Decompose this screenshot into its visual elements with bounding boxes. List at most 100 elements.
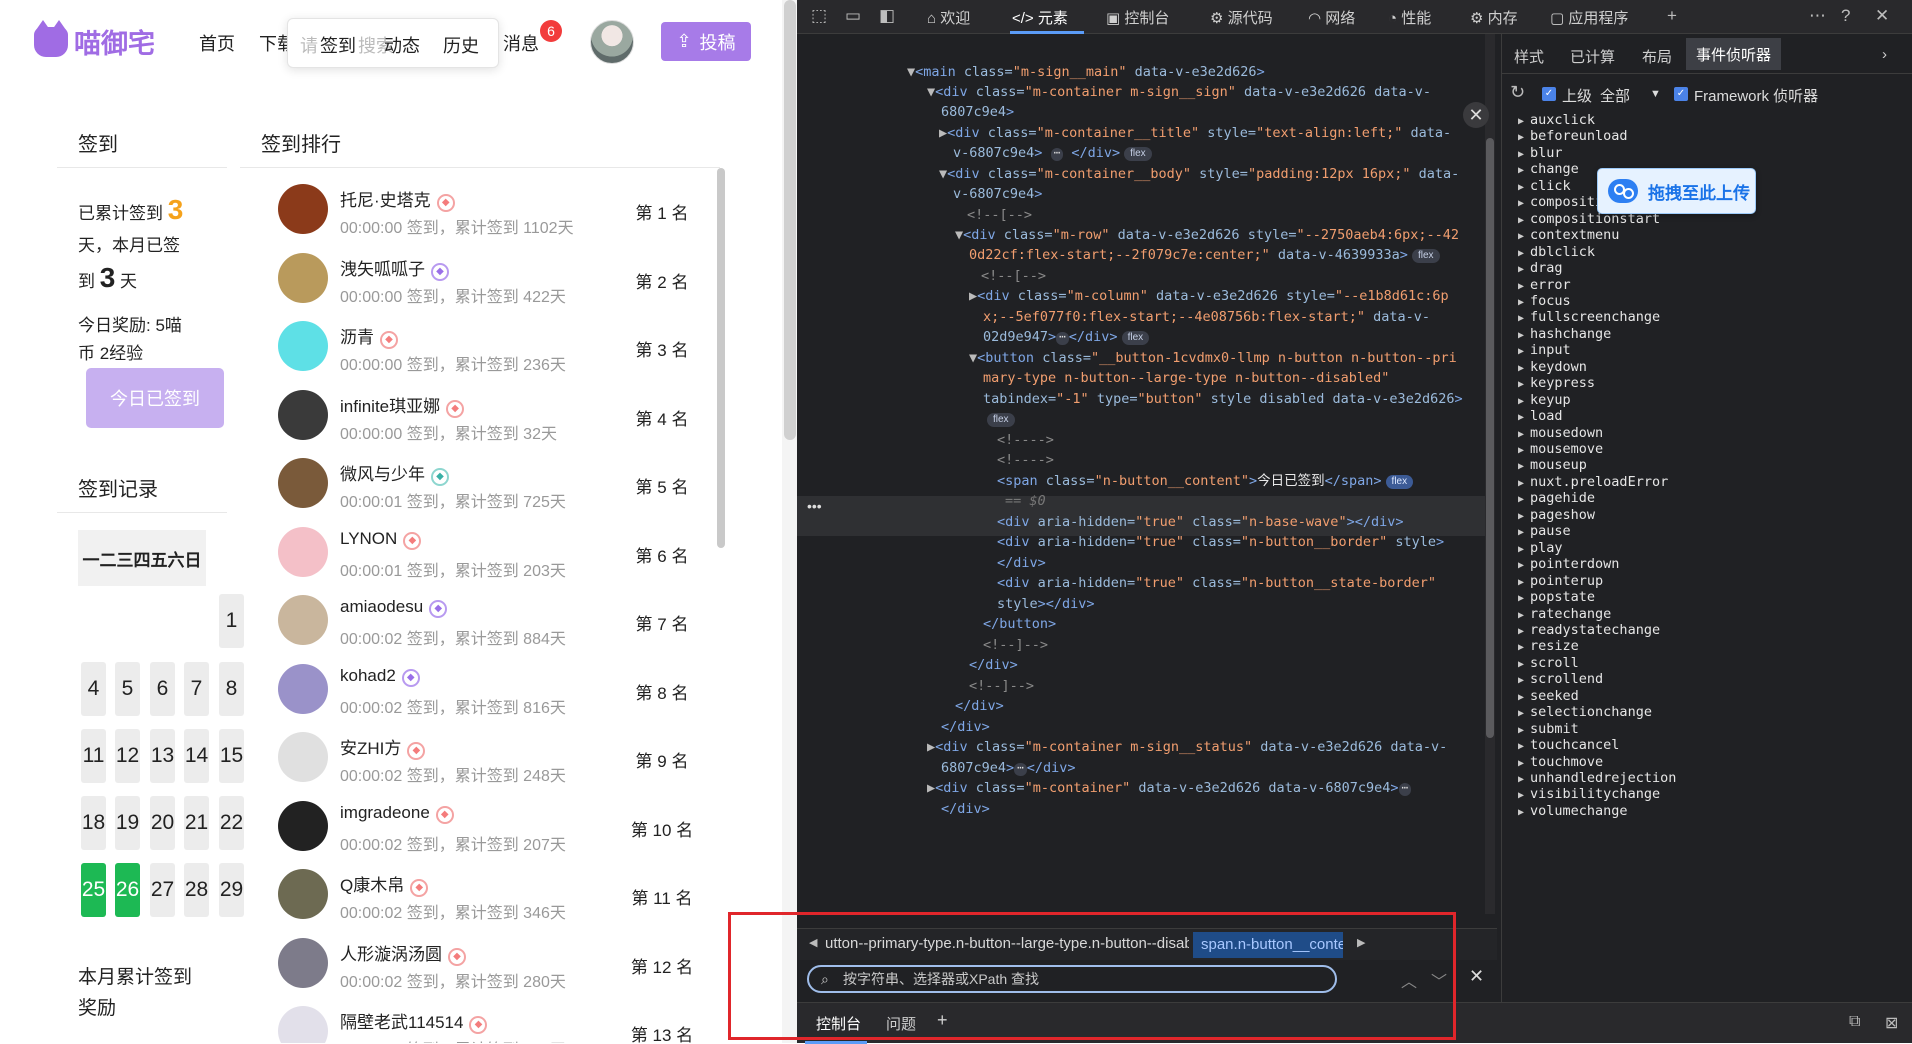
dom-node-line[interactable]: tabindex="-1" type="button" style disabl… <box>983 389 1463 409</box>
dom-node-line[interactable]: <!----> <box>997 430 1054 450</box>
nav-sign[interactable]: 签到 <box>320 32 356 58</box>
breadcrumb-item[interactable]: utton--primary-type.n-button--large-type… <box>825 935 1189 952</box>
dom-node-line[interactable]: ▶<div class="m-container m-sign__status"… <box>927 737 1447 757</box>
dom-node-line[interactable]: <span class="n-button__content">今日已签到</s… <box>997 471 1414 491</box>
ranking-name[interactable]: 微风与少年 ◆ <box>340 460 449 486</box>
ranking-item[interactable]: 隔壁老武114514 ◆ 00:00:02 签到，累计签到 187天 第 13 名 <box>262 990 722 1043</box>
tab-memory[interactable]: ⚙ 内存 <box>1470 7 1518 28</box>
ranking-name[interactable]: Q康木帛 ◆ <box>340 871 429 897</box>
close-devtools-icon[interactable]: ✕ <box>1875 6 1889 26</box>
ranking-avatar[interactable] <box>278 800 328 851</box>
breadcrumb-item-selected[interactable]: span.n-button__content <box>1193 932 1343 958</box>
ranking-item[interactable]: amiaodesu ◆ 00:00:02 签到，累计签到 884天 第 7 名 <box>262 579 722 648</box>
inspect-icon[interactable]: ⬚ <box>811 6 827 26</box>
ranking-avatar[interactable] <box>278 389 328 440</box>
ranking-avatar[interactable] <box>278 663 328 714</box>
tab-event-listeners[interactable]: 事件侦听器 <box>1686 38 1782 70</box>
dom-node-line[interactable]: </div> <box>955 696 1004 716</box>
breadcrumb-right-icon[interactable]: ▶ <box>1357 936 1365 949</box>
ancestors-checkbox[interactable]: ✓ <box>1542 87 1556 101</box>
dom-node-line[interactable]: <div aria-hidden="true" class="n-button_… <box>997 532 1444 552</box>
ranking-avatar[interactable] <box>278 937 328 988</box>
dom-node-line[interactable]: <div aria-hidden="true" class="n-button_… <box>997 573 1436 593</box>
tab-welcome[interactable]: ⌂ 欢迎 <box>927 7 970 28</box>
breadcrumb-left-icon[interactable]: ◀ <box>809 936 817 949</box>
dom-node-line[interactable]: <!----> <box>997 450 1054 470</box>
tab-application[interactable]: ▢ 应用程序 <box>1550 7 1628 28</box>
nav-messages[interactable]: 消息 <box>503 30 539 56</box>
find-next-icon[interactable]: ﹀ <box>1431 968 1447 992</box>
dom-node-line[interactable]: ▼<div class="m-row" data-v-e3e2d626 styl… <box>955 225 1459 245</box>
ranking-item[interactable]: Q康木帛 ◆ 00:00:02 签到，累计签到 346天 第 11 名 <box>262 853 722 922</box>
ranking-avatar[interactable] <box>278 252 328 303</box>
dom-node-line[interactable]: </div> <box>941 799 990 819</box>
ranking-name[interactable]: 托尼·史塔克 ◆ <box>340 186 455 212</box>
tab-computed[interactable]: 已计算 <box>1570 46 1615 67</box>
ranking-item[interactable]: LYNON ◆ 00:00:01 签到，累计签到 203天 第 6 名 <box>262 511 722 580</box>
ranking-item[interactable]: kohad2 ◆ 00:00:02 签到，累计签到 816天 第 8 名 <box>262 648 722 717</box>
ranking-avatar[interactable] <box>278 732 328 782</box>
ranking-name[interactable]: 沥青 ◆ <box>340 323 398 349</box>
ranking-avatar[interactable] <box>278 595 328 645</box>
ranking-item[interactable]: 微风与少年 ◆ 00:00:01 签到，累计签到 725天 第 5 名 <box>262 442 722 511</box>
dom-node-line[interactable]: <!--]--> <box>969 676 1034 696</box>
dom-node-line[interactable]: <!--[--> <box>967 205 1032 225</box>
drawer-tab-issues[interactable]: 问题 <box>886 1013 916 1034</box>
ranking-item[interactable]: infinite琪亚娜 ◆ 00:00:00 签到，累计签到 32天 第 4 名 <box>262 374 722 443</box>
dom-node-line[interactable]: 02d9e947> ⋯ </div> flex <box>983 327 1150 347</box>
upload-post-button[interactable]: ⇪ 投稿 <box>661 22 751 61</box>
dock-icon[interactable]: ◧ <box>879 6 895 26</box>
dom-node-line[interactable]: mary-type n-button--large-type n-button-… <box>983 368 1389 388</box>
ranking-avatar[interactable] <box>278 458 328 508</box>
dom-node-line[interactable]: v-6807c9e4> ⋯ </div> flex <box>953 143 1152 163</box>
tab-performance[interactable]: ◔ 性能 <box>1388 7 1431 28</box>
device-toggle-icon[interactable]: ▭ <box>845 6 861 26</box>
ranking-item[interactable]: 洩矢呱呱子 ◆ 00:00:00 签到，累计签到 422天 第 2 名 <box>262 237 722 306</box>
ranking-name[interactable]: amiaodesu ◆ <box>340 597 448 618</box>
add-drawer-tab-icon[interactable]: + <box>937 1010 948 1031</box>
dom-node-line[interactable]: 0d22cf:flex-start;--2f079c7e:center;" da… <box>969 245 1440 265</box>
ranking-name[interactable]: 人形漩涡汤圆 ◆ <box>340 940 466 966</box>
dock-drawer-icon[interactable]: ⧉ <box>1849 1013 1860 1031</box>
dom-node-line[interactable]: </div> <box>969 655 1018 675</box>
nav-activity[interactable]: 动态 <box>384 32 420 58</box>
event-listener-item[interactable]: ▶ volumechange <box>1518 803 1628 823</box>
ranking-name[interactable]: 安ZHI方 ◆ <box>340 734 426 760</box>
ranking-item[interactable]: 人形漩涡汤圆 ◆ 00:00:02 签到，累计签到 280天 第 12 名 <box>262 922 722 991</box>
refresh-icon[interactable]: ↻ <box>1510 82 1525 103</box>
tab-console[interactable]: ▣ 控制台 <box>1106 7 1169 28</box>
dom-node-line[interactable]: ▶<div class="m-column" data-v-e3e2d626 s… <box>969 286 1449 306</box>
close-overlay-icon[interactable]: ✕ <box>1463 102 1489 128</box>
dom-node-line[interactable]: 6807c9e4> <box>941 102 1014 122</box>
dom-node-line[interactable]: </button> <box>983 614 1056 634</box>
ranking-name[interactable]: imgradeone ◆ <box>340 803 454 824</box>
close-drawer-icon[interactable]: ⊠ <box>1885 1013 1898 1033</box>
ranking-avatar[interactable] <box>278 869 328 919</box>
dom-node-line[interactable]: </div> <box>997 553 1046 573</box>
dom-node-line[interactable]: ▶<div class="m-container" data-v-e3e2d62… <box>927 778 1412 798</box>
node-actions-icon[interactable]: ••• <box>807 498 822 514</box>
tab-network[interactable]: ◠ 网络 <box>1308 7 1355 28</box>
dom-node-line[interactable]: <div aria-hidden="true" class="n-base-wa… <box>997 512 1403 532</box>
dom-node-line[interactable]: </div> <box>941 717 990 737</box>
elements-scrollbar-thumb[interactable] <box>1486 138 1494 738</box>
find-input[interactable] <box>807 965 1337 993</box>
ranking-avatar[interactable] <box>278 526 328 577</box>
page-scrollbar-thumb[interactable] <box>784 0 796 440</box>
ranking-name[interactable]: 洩矢呱呱子 ◆ <box>340 255 449 281</box>
drag-upload-float[interactable]: 拖拽至此上传 <box>1597 168 1756 214</box>
tab-sources[interactable]: ⚙ 源代码 <box>1210 7 1273 28</box>
tab-layout[interactable]: 布局 <box>1642 46 1672 67</box>
tab-styles[interactable]: 样式 <box>1514 46 1544 67</box>
ranking-item[interactable]: imgradeone ◆ 00:00:02 签到，累计签到 207天 第 10 名 <box>262 785 722 854</box>
dom-node-line[interactable]: 6807c9e4> ⋯ </div> <box>941 758 1076 778</box>
more-tabs-icon[interactable]: + <box>1667 6 1677 26</box>
dom-node-line[interactable]: x;--5ef077f0:flex-start;--4e08756b:flex-… <box>983 307 1430 327</box>
close-find-icon[interactable]: ✕ <box>1469 966 1484 987</box>
nav-home[interactable]: 首页 <box>199 30 235 56</box>
more-options-icon[interactable]: ⋯ <box>1809 6 1826 26</box>
user-avatar[interactable] <box>590 20 634 64</box>
ranking-name[interactable]: LYNON ◆ <box>340 529 422 550</box>
dom-node-line[interactable]: ▼<div class="m-container__body" style="p… <box>939 164 1459 184</box>
sidebar-more-icon[interactable]: › <box>1882 46 1887 63</box>
